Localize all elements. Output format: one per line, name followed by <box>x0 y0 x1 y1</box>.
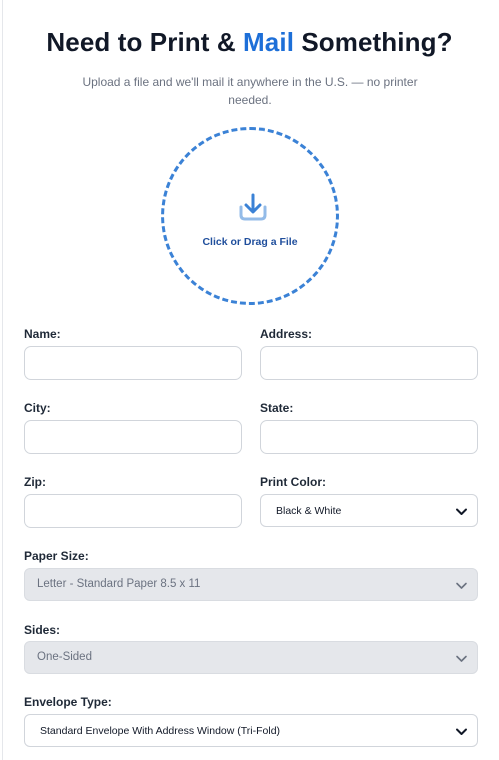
paper-size-value: Letter - Standard Paper 8.5 x 11 <box>37 578 201 590</box>
state-input[interactable] <box>260 420 478 454</box>
address-label: Address: <box>260 327 313 341</box>
upload-tray-icon <box>239 193 267 221</box>
chevron-down-icon <box>456 508 467 515</box>
chevron-down-icon <box>456 582 467 589</box>
state-label: State: <box>260 401 294 415</box>
title-accent: Mail <box>243 27 295 57</box>
name-label: Name: <box>24 327 61 341</box>
city-input[interactable] <box>24 420 242 454</box>
envelope-type-select[interactable]: Standard Envelope With Address Window (T… <box>24 714 478 747</box>
left-divider <box>2 0 3 760</box>
sides-value: One-Sided <box>37 651 92 663</box>
envelope-type-value: Standard Envelope With Address Window (T… <box>40 725 281 737</box>
chevron-down-icon <box>456 728 467 735</box>
page-subtitle: Upload a file and we'll mail it anywhere… <box>82 75 418 107</box>
page-title: Need to Print & Mail Something? <box>0 27 499 58</box>
zip-label: Zip: <box>24 475 46 489</box>
sides-label: Sides: <box>24 623 61 637</box>
print-mail-page: Need to Print & Mail Something? Upload a… <box>0 0 499 760</box>
print-color-label: Print Color: <box>260 475 326 489</box>
title-part-1: Need to Print & <box>46 27 244 57</box>
name-input[interactable] <box>24 346 242 380</box>
drop-zone-label: Click or Drag a File <box>202 236 298 248</box>
zip-input[interactable] <box>24 494 242 528</box>
sides-select: One-Sided <box>24 641 478 674</box>
city-label: City: <box>24 401 51 415</box>
print-color-value: Black & White <box>276 505 342 517</box>
print-color-select[interactable]: Black & White <box>260 494 478 527</box>
paper-size-label: Paper Size: <box>24 549 89 563</box>
file-drop-zone[interactable]: Click or Drag a File <box>161 127 339 305</box>
address-input[interactable] <box>260 346 478 380</box>
envelope-type-label: Envelope Type: <box>24 695 112 709</box>
title-part-2: Something? <box>294 27 453 57</box>
chevron-down-icon <box>456 655 467 662</box>
paper-size-select: Letter - Standard Paper 8.5 x 11 <box>24 568 478 601</box>
